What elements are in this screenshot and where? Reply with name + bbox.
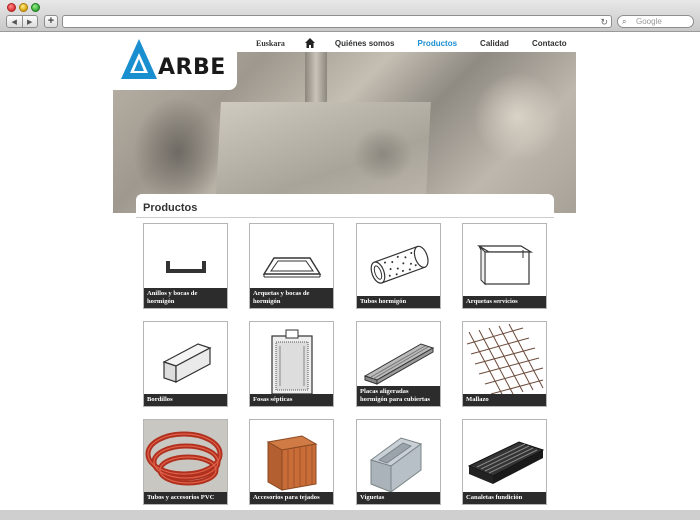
product-label: Canaletas fundición [463, 492, 546, 504]
web-page: ARBE Euskara Quiénes somos Productos Cal… [0, 32, 700, 510]
new-tab-button[interactable]: + [44, 15, 58, 28]
product-tile[interactable]: Arquetas y bocas de hormigón [249, 223, 334, 309]
language-link[interactable]: Euskara [256, 39, 285, 48]
section-title: Productos [143, 202, 198, 214]
search-placeholder: Google [636, 17, 662, 26]
product-tile[interactable]: Tubos hormigón [356, 223, 441, 309]
product-label: Tubos y accesorios PVC [144, 492, 227, 504]
product-label: Bordillos [144, 394, 227, 406]
nav-item-quienes-somos[interactable]: Quiénes somos [335, 39, 395, 48]
product-tile[interactable]: Mallazo [462, 321, 547, 407]
product-label: Accesorios para tejados [250, 492, 333, 504]
history-buttons: ◀ ▶ [6, 15, 38, 28]
product-tile[interactable]: Viguetas [356, 419, 441, 505]
window-bottom-edge [0, 510, 700, 520]
site-logo[interactable]: ARBE [113, 32, 237, 90]
product-tile[interactable]: Bordillos [143, 321, 228, 407]
address-bar[interactable]: ↻ [62, 15, 612, 28]
product-label: Anillos y bocas de hormigón [144, 288, 227, 308]
product-tile[interactable]: Canaletas fundición [462, 419, 547, 505]
reload-icon[interactable]: ↻ [600, 16, 608, 28]
product-tile[interactable]: Fosas sépticas [249, 321, 334, 407]
logo-text: ARBE [158, 55, 226, 80]
logo-triangle-icon [121, 39, 157, 79]
product-label: Tubos hormigón [357, 296, 440, 308]
nav-item-productos[interactable]: Productos [417, 39, 457, 48]
product-label: Mallazo [463, 394, 546, 406]
search-input[interactable]: ⌕ Google [617, 15, 694, 28]
product-tile[interactable]: Tubos y accesorios PVC [143, 419, 228, 505]
product-tile[interactable]: Anillos y bocas de hormigón [143, 223, 228, 309]
nav-item-contacto[interactable]: Contacto [532, 39, 567, 48]
minimize-window-button[interactable] [19, 3, 28, 12]
nav-item-calidad[interactable]: Calidad [480, 39, 509, 48]
back-arrow-icon[interactable]: ◀ [7, 16, 22, 27]
product-label: Arquetas servicios [463, 296, 546, 308]
product-tile[interactable]: Arquetas servicios [462, 223, 547, 309]
product-label: Fosas sépticas [250, 394, 333, 406]
home-icon[interactable] [304, 38, 315, 48]
section-divider [136, 217, 554, 218]
zoom-window-button[interactable] [31, 3, 40, 12]
search-icon: ⌕ [622, 17, 627, 26]
product-label: Viguetas [357, 492, 440, 504]
close-window-button[interactable] [7, 3, 16, 12]
product-label: Arquetas y bocas de hormigón [250, 288, 333, 308]
forward-arrow-icon[interactable]: ▶ [21, 16, 38, 27]
product-tile[interactable]: Accesorios para tejados [249, 419, 334, 505]
browser-chrome: ◀ ▶ + ↻ ⌕ Google [0, 0, 700, 32]
top-navigation: Euskara Quiénes somos Productos Calidad … [256, 38, 590, 48]
product-tile[interactable]: Placas aligeradas hormigón para cubierta… [356, 321, 441, 407]
product-label: Placas aligeradas hormigón para cubierta… [357, 386, 440, 406]
